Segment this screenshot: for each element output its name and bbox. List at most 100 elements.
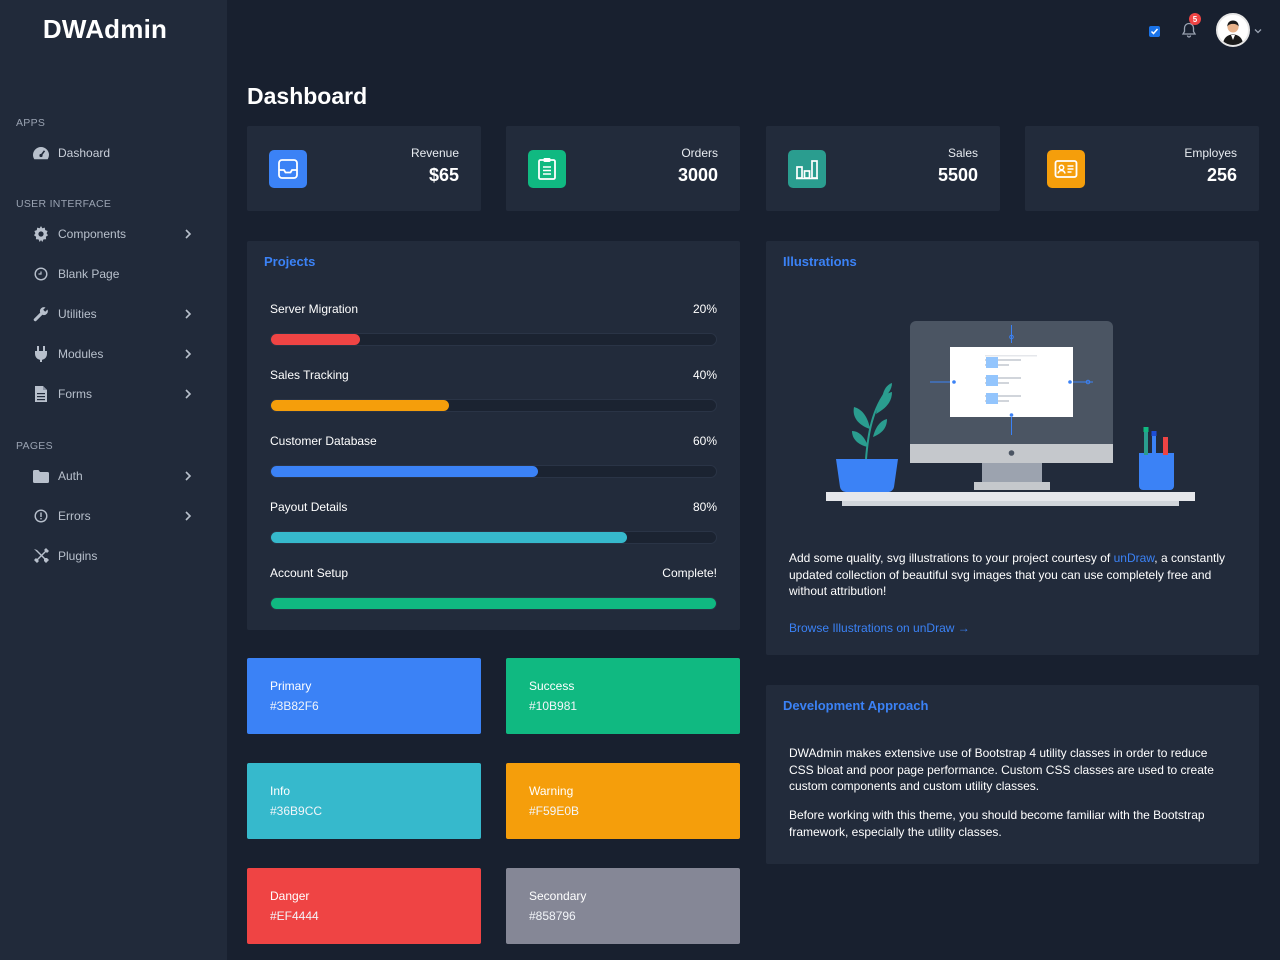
color-card-name: Danger: [270, 889, 310, 903]
sidebar-item-label: Plugins: [58, 549, 98, 563]
sidebar-item-utilities[interactable]: Utilities: [30, 300, 200, 328]
projects-panel: Projects Server Migration 20% Sales Trac…: [247, 241, 740, 630]
sidebar-item-auth[interactable]: Auth: [30, 462, 200, 490]
development-approach-panel: Development Approach DWAdmin makes exten…: [766, 685, 1259, 864]
sidebar-item-forms[interactable]: Forms: [30, 380, 200, 408]
chevron-right-icon: [185, 229, 192, 239]
sidebar-item-label: Auth: [58, 469, 83, 483]
folder-icon: [30, 467, 52, 485]
chevron-right-icon: [185, 471, 192, 481]
sidebar-section-user-interface: USER INTERFACE: [16, 198, 112, 210]
check-icon: [1150, 28, 1159, 35]
progress-fill: [271, 466, 538, 477]
caret-down-icon[interactable]: [1254, 27, 1262, 35]
stat-card-orders: Orders 3000: [506, 126, 740, 211]
brand-logo[interactable]: DWAdmin: [0, 14, 210, 45]
stat-value: $65: [428, 165, 459, 185]
avatar[interactable]: [1216, 13, 1250, 47]
stat-value: 256: [1206, 165, 1237, 185]
progress-track: [270, 597, 717, 610]
progress-track: [270, 333, 717, 346]
project-name: Customer Database: [270, 434, 377, 448]
color-card-success: Success #10B981: [506, 658, 740, 734]
stat-label: Employes: [1184, 146, 1237, 160]
stat-card-sales: Sales 5500: [766, 126, 1000, 211]
color-card-name: Primary: [270, 679, 312, 693]
progress-track: [270, 399, 717, 412]
progress-fill: [271, 598, 716, 609]
undraw-link[interactable]: unDraw: [1114, 551, 1155, 565]
project-name: Server Migration: [270, 302, 359, 316]
topbar: 5: [227, 0, 1280, 62]
sidebar-item-label: Forms: [58, 387, 92, 401]
sidebar-item-blank-page[interactable]: Blank Page: [30, 260, 200, 288]
project-name: Account Setup: [270, 566, 349, 580]
development-paragraph-2: Before working with this theme, you shou…: [789, 808, 1205, 839]
stat-label: Sales: [947, 146, 978, 160]
notification-badge: 5: [1189, 13, 1201, 25]
color-card-hex: #36B9CC: [270, 804, 323, 818]
illustrations-panel: Illustrations Add some quality, svg illu…: [766, 241, 1259, 655]
stat-card-revenue: Revenue $65: [247, 126, 481, 211]
progress-fill: [271, 532, 627, 543]
color-card-name: Secondary: [529, 889, 587, 903]
info-circle-icon: [30, 507, 52, 525]
sidebar-item-label: Errors: [58, 509, 91, 523]
browse-illustrations-link[interactable]: Browse Illustrations on unDraw →: [789, 620, 1229, 637]
project-percent: 40%: [692, 368, 717, 382]
project-percent: 20%: [692, 302, 717, 316]
sidebar: DWAdmin APPS Dashoard USER INTERFACE Com…: [0, 0, 227, 960]
project-percent: Complete!: [662, 566, 717, 580]
panel-title: Illustrations: [783, 254, 857, 269]
sidebar-item-label: Dashoard: [58, 146, 111, 160]
illustrations-text: Add some quality, svg illustrations to y…: [789, 550, 1229, 600]
sidebar-item-dashboard[interactable]: Dashoard: [30, 139, 200, 167]
tools-icon: [30, 547, 52, 565]
panel-title: Development Approach: [783, 698, 929, 713]
progress-fill: [271, 400, 449, 411]
color-card-primary: Primary #3B82F6: [247, 658, 481, 734]
tachometer-icon: [30, 144, 52, 162]
sidebar-section-pages: PAGES: [16, 440, 53, 452]
clipboard-list-icon: [528, 150, 566, 188]
development-paragraph-1: DWAdmin makes extensive use of Bootstrap…: [789, 746, 1214, 793]
chevron-right-icon: [185, 309, 192, 319]
clock-icon: [30, 265, 52, 283]
color-card-name: Warning: [529, 784, 574, 798]
color-card-secondary: Secondary #858796: [506, 868, 740, 944]
plug-icon: [30, 345, 52, 363]
gear-icon: [30, 225, 52, 243]
project-percent: 60%: [692, 434, 717, 448]
sidebar-item-label: Modules: [58, 347, 104, 361]
sidebar-item-plugins[interactable]: Plugins: [30, 542, 200, 570]
checkbox-toggle[interactable]: [1149, 26, 1160, 37]
sidebar-section-apps: APPS: [16, 117, 46, 129]
color-card-name: Success: [529, 679, 575, 693]
stat-card-employes: Employes 256: [1025, 126, 1259, 211]
sidebar-item-modules[interactable]: Modules: [30, 340, 200, 368]
project-name: Payout Details: [270, 500, 348, 514]
stat-value: 5500: [937, 165, 978, 185]
sidebar-item-components[interactable]: Components: [30, 220, 200, 248]
color-card-hex: #10B981: [529, 699, 578, 713]
sidebar-item-label: Components: [58, 227, 127, 241]
page-title: Dashboard: [247, 83, 368, 109]
stat-label: Orders: [681, 146, 718, 160]
progress-fill: [271, 334, 360, 345]
color-card-warning: Warning #F59E0B: [506, 763, 740, 839]
file-icon: [30, 385, 52, 403]
id-card-icon: [1047, 150, 1085, 188]
color-card-info: Info #36B9CC: [247, 763, 481, 839]
color-card-hex: #3B82F6: [270, 699, 319, 713]
chevron-right-icon: [185, 511, 192, 521]
chevron-right-icon: [185, 349, 192, 359]
color-card-hex: #F59E0B: [529, 804, 580, 818]
progress-track: [270, 465, 717, 478]
stat-value: 3000: [677, 165, 718, 185]
sidebar-item-errors[interactable]: Errors: [30, 502, 200, 530]
chevron-right-icon: [185, 389, 192, 399]
project-name: Sales Tracking: [270, 368, 349, 382]
panel-title: Projects: [264, 254, 316, 269]
color-card-danger: Danger #EF4444: [247, 868, 481, 944]
wrench-icon: [30, 305, 52, 323]
